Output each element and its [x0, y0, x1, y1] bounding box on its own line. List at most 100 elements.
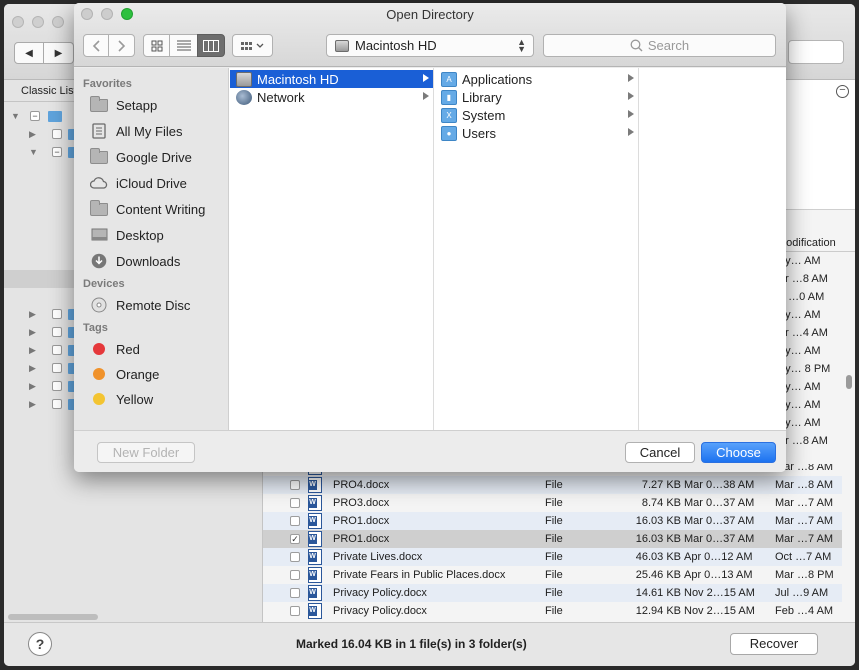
row-checkbox[interactable]: [290, 480, 300, 490]
table-row[interactable]: Private Fears in Public Places.docx File 2…: [263, 566, 842, 584]
tree-checkbox[interactable]: −: [30, 111, 40, 121]
table-row[interactable]: PRO1.docx File 16.03 KBMar 0…37 AM Mar …7 A…: [263, 512, 842, 530]
table-row[interactable]: ✓ PRO1.docx File 16.03 KBMar 0…37 AM Mar …7 …: [263, 530, 842, 548]
vertical-scrollbar[interactable]: [846, 375, 852, 389]
sidebar-item-content-writing[interactable]: Content Writing: [90, 198, 229, 220]
word-document-icon: [308, 477, 322, 493]
column-item-network[interactable]: Network: [230, 88, 433, 106]
table-row[interactable]: PRO4.docx File 7.27 KBMar 0…38 AM Mar …8 AM: [263, 476, 842, 494]
list-view-button[interactable]: [169, 34, 198, 57]
column-view-button[interactable]: [197, 34, 225, 57]
app-close-light[interactable]: [12, 16, 24, 28]
disclosure-icon[interactable]: ▶: [29, 363, 36, 374]
row-checkbox[interactable]: [290, 570, 300, 580]
app-search-input[interactable]: [788, 40, 844, 64]
open-directory-dialog: Open Directory Macintosh HD ▲ ▼ Search F…: [74, 3, 786, 472]
browser-column-1: Macintosh HD Network: [229, 68, 434, 430]
table-row[interactable]: Privacy Policy.docx File 14.61 KBNov 2…15 …: [263, 584, 842, 602]
app-forward-button[interactable]: ▶: [44, 42, 74, 64]
cell-modified: Mar …8 PM: [775, 569, 834, 581]
location-select-value: Macintosh HD: [355, 38, 437, 53]
tree-checkbox[interactable]: [52, 309, 62, 319]
folder-icon: [90, 147, 108, 165]
new-folder-button[interactable]: New Folder: [97, 442, 195, 463]
search-input[interactable]: Search: [543, 34, 776, 57]
tree-checkbox[interactable]: −: [52, 147, 62, 157]
sidebar-item-downloads[interactable]: Downloads: [90, 250, 229, 272]
disclosure-icon[interactable]: ▶: [29, 381, 36, 392]
cell-size: 14.61 KB: [635, 587, 681, 599]
sidebar-item-all-my-files[interactable]: All My Files: [90, 120, 229, 142]
sidebar-item-label: Red: [116, 341, 140, 357]
app-back-button[interactable]: ◀: [14, 42, 44, 64]
row-checkbox[interactable]: [290, 588, 300, 598]
modified-cell: ay… AM: [779, 399, 821, 411]
table-row[interactable]: Private Lives.docx File 46.03 KBApr 0…12 A…: [263, 548, 842, 566]
disclosure-icon[interactable]: ▼: [29, 147, 38, 157]
applications-folder-icon: A: [441, 71, 457, 87]
sidebar-item-remote-disc[interactable]: Remote Disc: [90, 294, 229, 316]
sidebar-tag-red[interactable]: Red: [90, 338, 229, 360]
disclosure-icon[interactable]: ▶: [29, 309, 36, 320]
horizontal-scrollbar[interactable]: [8, 614, 98, 620]
modified-column-header[interactable]: Modification: [775, 234, 855, 252]
cancel-button[interactable]: Cancel: [625, 442, 695, 463]
sidebar-tag-orange[interactable]: Orange: [90, 363, 229, 385]
disclosure-icon[interactable]: ▶: [29, 129, 36, 140]
tree-checkbox[interactable]: [52, 363, 62, 373]
classic-list-tab[interactable]: Classic List: [4, 80, 84, 102]
column-item-library[interactable]: ▮ Library: [435, 88, 638, 106]
disclosure-arrow-icon: [423, 92, 429, 100]
cell-size: 16.03 KB: [635, 515, 681, 527]
choose-button[interactable]: Choose: [701, 442, 776, 463]
collapse-minus-icon[interactable]: −: [836, 85, 849, 98]
column-item-label: Library: [462, 89, 502, 105]
tree-checkbox[interactable]: [52, 327, 62, 337]
disclosure-icon[interactable]: ▶: [29, 327, 36, 338]
location-select[interactable]: Macintosh HD ▲ ▼: [326, 34, 534, 57]
recover-button[interactable]: Recover: [730, 633, 818, 655]
tree-checkbox[interactable]: [52, 381, 62, 391]
row-checkbox[interactable]: ✓: [290, 534, 300, 544]
row-checkbox[interactable]: [290, 552, 300, 562]
column-item-macintosh-hd[interactable]: Macintosh HD: [230, 70, 433, 88]
tree-checkbox[interactable]: [52, 129, 62, 139]
cell-created: Mar 0…37 AM: [684, 515, 755, 527]
disclosure-icon[interactable]: ▼: [11, 111, 20, 121]
cell-size: 25.46 KB: [635, 569, 681, 581]
help-button[interactable]: ?: [28, 632, 52, 656]
back-button[interactable]: [83, 34, 109, 57]
sidebar-item-label: Desktop: [116, 227, 164, 243]
tree-checkbox[interactable]: [52, 399, 62, 409]
folder-icon: [90, 95, 108, 113]
sidebar-item-google-drive[interactable]: Google Drive: [90, 146, 229, 168]
table-row[interactable]: PRO3.docx File 8.74 KBMar 0…37 AM Mar …7 AM: [263, 494, 842, 512]
cell-name: Private Fears in Public Places.docx: [333, 569, 506, 581]
disclosure-icon[interactable]: ▶: [29, 345, 36, 356]
tree-checkbox[interactable]: [52, 345, 62, 355]
minimize-window-light[interactable]: [101, 8, 113, 20]
row-checkbox[interactable]: [290, 606, 300, 616]
row-checkbox[interactable]: [290, 498, 300, 508]
word-document-icon: [308, 549, 322, 565]
status-text: Marked 16.04 KB in 1 file(s) in 3 folder…: [296, 637, 527, 651]
zoom-window-light[interactable]: [121, 8, 133, 20]
sidebar-item-desktop[interactable]: Desktop: [90, 224, 229, 246]
forward-button[interactable]: [108, 34, 135, 57]
table-row[interactable]: Privacy Policy.docx File 12.94 KBNov 2…15 …: [263, 602, 842, 620]
disclosure-arrow-icon: [423, 74, 429, 82]
column-item-applications[interactable]: A Applications: [435, 70, 638, 88]
icon-view-button[interactable]: [143, 34, 170, 57]
app-zoom-light[interactable]: [52, 16, 64, 28]
app-minimize-light[interactable]: [32, 16, 44, 28]
sidebar-tag-yellow[interactable]: Yellow: [90, 388, 229, 410]
arrange-menu-button[interactable]: [232, 34, 273, 57]
close-window-light[interactable]: [81, 8, 93, 20]
disclosure-icon[interactable]: ▶: [29, 399, 36, 410]
sidebar-item-icloud-drive[interactable]: iCloud Drive: [90, 172, 229, 194]
sidebar-item-setapp[interactable]: Setapp: [90, 94, 229, 116]
column-item-users[interactable]: ● Users: [435, 124, 638, 142]
column-item-system[interactable]: X System: [435, 106, 638, 124]
cell-type: File: [545, 497, 563, 509]
row-checkbox[interactable]: [290, 516, 300, 526]
